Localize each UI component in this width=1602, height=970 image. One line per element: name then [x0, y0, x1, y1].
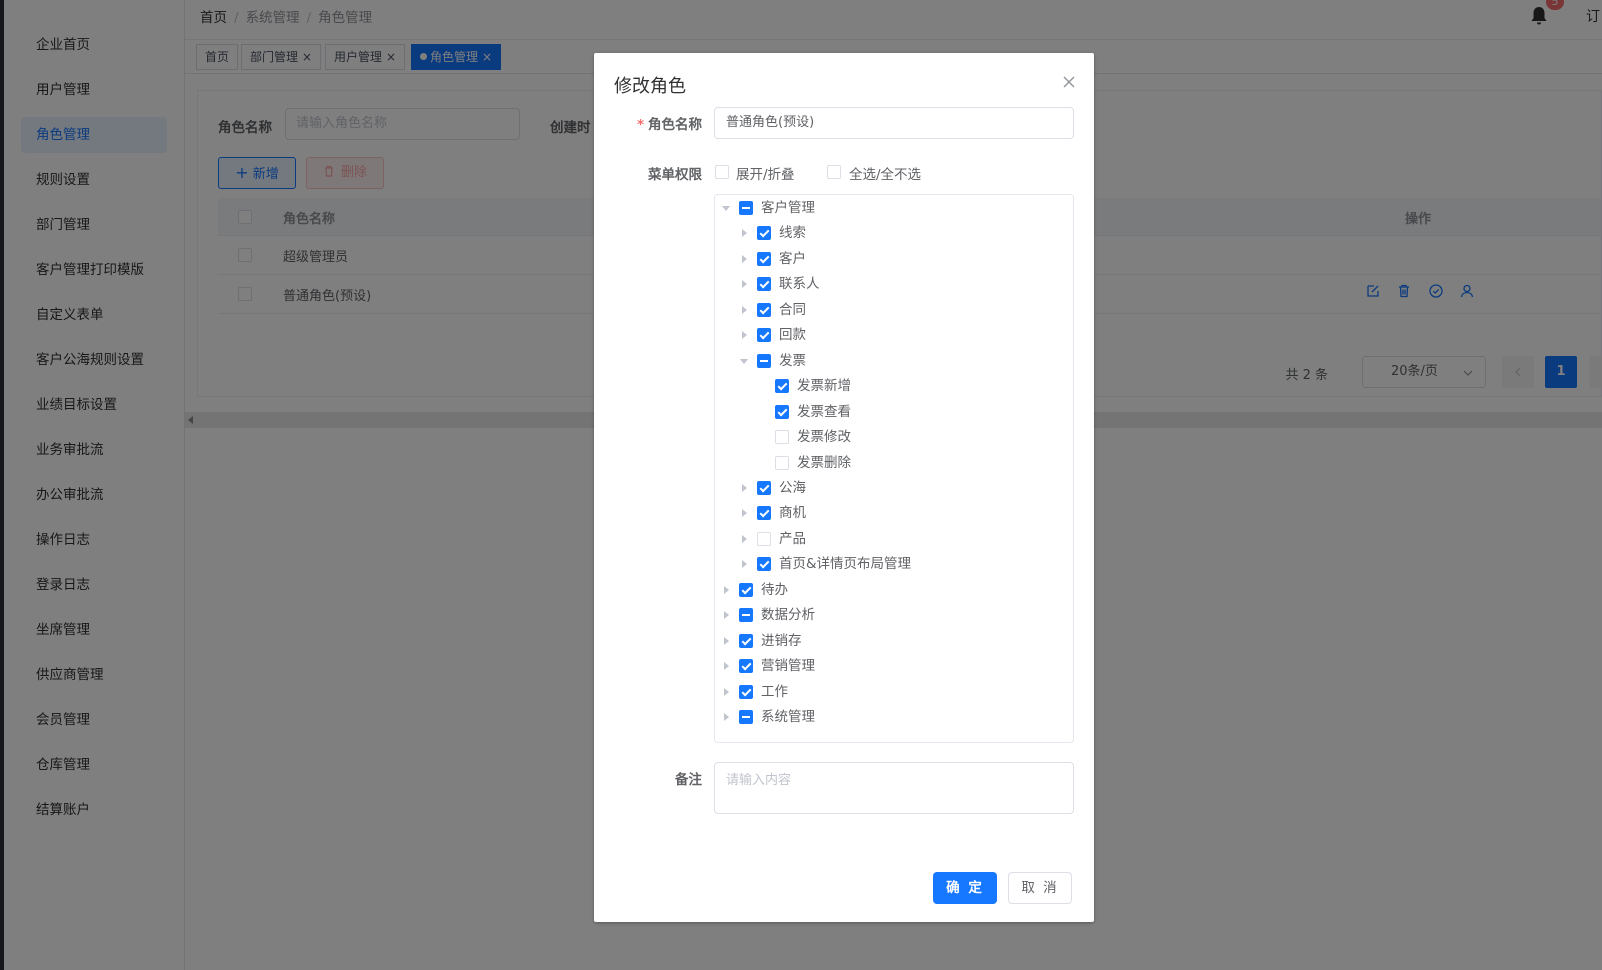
- tree-node-checkbox[interactable]: [739, 582, 753, 597]
- tree-node[interactable]: 商机: [715, 502, 1073, 524]
- tree-node-checkbox[interactable]: [757, 531, 771, 546]
- tree-node-label: 发票修改: [797, 429, 851, 446]
- tree-node-checkbox[interactable]: [757, 277, 771, 292]
- remark-textarea[interactable]: 请输入内容: [714, 762, 1074, 814]
- tree-node-checkbox[interactable]: [775, 379, 789, 394]
- tree-node-label: 线索: [779, 225, 806, 242]
- tree-node-checkbox[interactable]: [739, 608, 753, 623]
- tree-node-label: 系统管理: [761, 709, 815, 725]
- caret-right-icon[interactable]: [742, 534, 747, 543]
- tree-node-label: 产品: [779, 530, 806, 547]
- select-all-label[interactable]: 全选/全不选: [849, 163, 921, 183]
- tree-node-checkbox[interactable]: [757, 226, 771, 241]
- tree-node-checkbox[interactable]: [739, 710, 753, 724]
- tree-node-label: 发票删除: [797, 454, 851, 471]
- tree-node[interactable]: 发票查看: [715, 401, 1073, 423]
- tree-node-checkbox[interactable]: [757, 557, 771, 572]
- tree-node[interactable]: 公海: [715, 477, 1073, 499]
- tree-node[interactable]: 客户: [715, 248, 1073, 270]
- confirm-button[interactable]: 确 定: [933, 872, 997, 904]
- caret-right-icon[interactable]: [724, 611, 729, 620]
- tree-node[interactable]: 合同: [715, 299, 1073, 321]
- role-name-input[interactable]: 普通角色(预设): [714, 107, 1074, 139]
- tree-node-label: 进销存: [761, 632, 802, 649]
- caret-right-icon[interactable]: [724, 662, 729, 671]
- edit-role-dialog: 修改角色 * 角色名称 普通角色(预设) 菜单权限 展开/折叠 全选/全不选 客户…: [594, 53, 1094, 922]
- tree-node[interactable]: 首页&详情页布局管理: [715, 553, 1073, 575]
- tree-node-label: 客户: [779, 250, 806, 267]
- tree-node-checkbox[interactable]: [739, 633, 753, 648]
- tree-node[interactable]: 联系人: [715, 273, 1073, 295]
- caret-right-icon[interactable]: [724, 636, 729, 645]
- tree-node-checkbox[interactable]: [739, 684, 753, 699]
- tree-node-label: 回款: [779, 327, 806, 344]
- tree-node[interactable]: 产品: [715, 528, 1073, 550]
- tree-node[interactable]: 系统管理: [715, 706, 1073, 728]
- tree-node-label: 待办: [761, 581, 788, 598]
- caret-right-icon[interactable]: [742, 305, 747, 314]
- caret-right-icon[interactable]: [742, 483, 747, 492]
- tree-node[interactable]: 发票: [715, 350, 1073, 372]
- caret-right-icon[interactable]: [742, 229, 747, 238]
- tree-node-checkbox[interactable]: [757, 328, 771, 343]
- tree-node-checkbox[interactable]: [757, 353, 771, 368]
- tree-node-checkbox[interactable]: [757, 506, 771, 521]
- remark-label: 备注: [675, 772, 702, 788]
- tree-node[interactable]: 客户管理: [715, 197, 1073, 219]
- caret-right-icon[interactable]: [724, 713, 729, 721]
- menu-permission-label: 菜单权限: [648, 167, 702, 183]
- menu-permission-tree: 客户管理线索客户联系人合同回款发票发票新增发票查看发票修改发票删除公海商机产品首…: [714, 194, 1074, 743]
- expand-collapse-label[interactable]: 展开/折叠: [736, 163, 795, 183]
- tree-node-label: 合同: [779, 301, 806, 318]
- tree-node-label: 发票: [779, 352, 806, 369]
- tree-node-checkbox[interactable]: [739, 201, 753, 215]
- tree-node[interactable]: 回款: [715, 324, 1073, 346]
- tree-node[interactable]: 发票新增: [715, 375, 1073, 397]
- tree-node-label: 数据分析: [761, 607, 815, 624]
- tree-node[interactable]: 进销存: [715, 630, 1073, 652]
- close-icon[interactable]: [1062, 75, 1076, 89]
- caret-right-icon[interactable]: [742, 254, 747, 263]
- caret-down-icon[interactable]: [722, 206, 730, 211]
- tree-node[interactable]: 发票删除: [715, 452, 1073, 474]
- tree-node-checkbox[interactable]: [757, 480, 771, 495]
- tree-node-label: 客户管理: [761, 200, 815, 216]
- tree-node-checkbox[interactable]: [775, 430, 789, 445]
- tree-node-checkbox[interactable]: [775, 455, 789, 470]
- tree-node[interactable]: 营销管理: [715, 655, 1073, 677]
- tree-node[interactable]: 工作: [715, 681, 1073, 703]
- cancel-button[interactable]: 取 消: [1008, 872, 1072, 904]
- tree-node-checkbox[interactable]: [757, 251, 771, 266]
- role-name-label: * 角色名称: [636, 117, 702, 133]
- caret-down-icon[interactable]: [740, 358, 748, 364]
- tree-node-checkbox[interactable]: [739, 659, 753, 674]
- tree-node-label: 公海: [779, 479, 806, 496]
- tree-node-label: 首页&详情页布局管理: [779, 556, 912, 573]
- tree-node[interactable]: 发票修改: [715, 426, 1073, 448]
- caret-right-icon[interactable]: [742, 509, 747, 518]
- caret-right-icon[interactable]: [742, 331, 747, 340]
- tree-node-label: 工作: [761, 683, 788, 700]
- caret-right-icon[interactable]: [742, 280, 747, 289]
- dialog-title: 修改角色: [614, 76, 686, 97]
- tree-node-label: 营销管理: [761, 658, 815, 675]
- tree-node-label: 商机: [779, 505, 806, 522]
- tree-node-checkbox[interactable]: [757, 302, 771, 317]
- caret-right-icon[interactable]: [724, 585, 729, 594]
- select-all-checkbox[interactable]: [827, 165, 841, 179]
- caret-right-icon[interactable]: [724, 687, 729, 696]
- expand-collapse-checkbox[interactable]: [715, 165, 729, 179]
- tree-node-checkbox[interactable]: [775, 404, 789, 419]
- tree-node[interactable]: 待办: [715, 579, 1073, 601]
- tree-node-label: 发票查看: [797, 403, 851, 420]
- tree-node-label: 发票新增: [797, 378, 851, 395]
- tree-node[interactable]: 数据分析: [715, 604, 1073, 626]
- caret-right-icon[interactable]: [742, 560, 747, 569]
- app-root: 企业首页用户管理角色管理规则设置部门管理客户管理打印模版自定义表单客户公海规则设…: [0, 0, 1602, 970]
- tree-node[interactable]: 线索: [715, 222, 1073, 244]
- tree-node-label: 联系人: [779, 276, 820, 293]
